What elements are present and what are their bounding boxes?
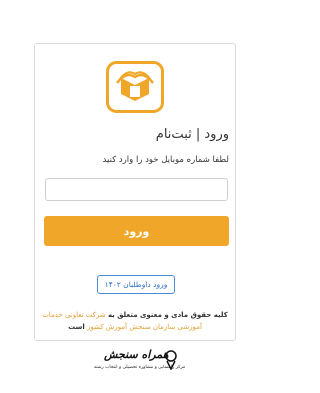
copyright-notice: کلیه حقوق مادی و معنوی متعلق به شرکت تعا… — [30, 309, 240, 333]
brand-name: همراه سنجش — [104, 348, 169, 361]
copyright-prefix: کلیه حقوق مادی و معنوی متعلق به — [107, 311, 228, 319]
page-title: ورود | ثبت‌نام — [155, 127, 229, 142]
login-button[interactable]: ورود — [44, 216, 229, 246]
volunteer-login-button[interactable]: ورود داوطلبان ۱۴۰۲ — [97, 275, 175, 294]
volunteer-login-label: ورود داوطلبان ۱۴۰۲ — [104, 280, 168, 289]
phone-input[interactable] — [45, 178, 228, 201]
brand-emblem-icon — [165, 350, 177, 370]
book-logo-icon — [106, 61, 164, 113]
login-button-label: ورود — [123, 224, 150, 238]
copyright-suffix: است — [68, 323, 85, 331]
brand-watermark: همراه سنجش مرکز راهنمایی و مشاوره تحصیلی… — [92, 348, 185, 376]
phone-prompt: لطفا شماره موبایل خود را وارد کنید — [102, 155, 229, 165]
